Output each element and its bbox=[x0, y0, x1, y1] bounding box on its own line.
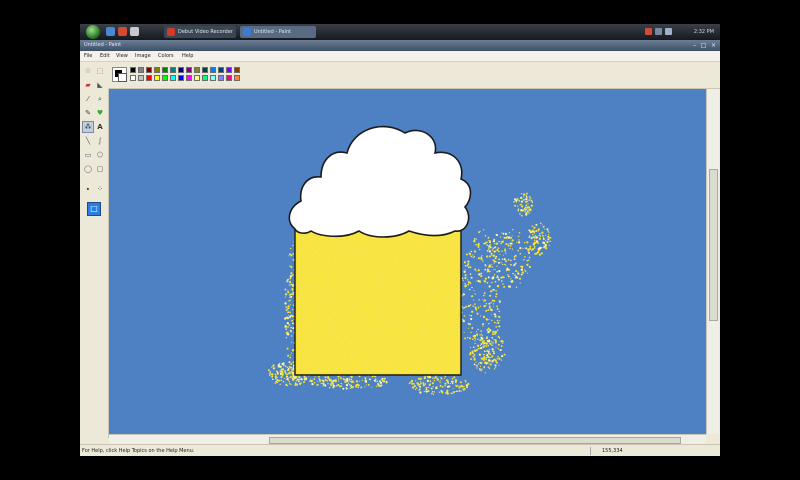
current-colors[interactable] bbox=[112, 67, 127, 82]
tray-volume-icon[interactable] bbox=[665, 28, 672, 35]
color-swatch[interactable] bbox=[234, 75, 240, 81]
color-swatch[interactable] bbox=[170, 75, 176, 81]
horizontal-scroll-thumb[interactable] bbox=[269, 437, 681, 444]
color-swatch[interactable] bbox=[210, 67, 216, 73]
ellipse-icon[interactable]: ◯ bbox=[83, 164, 93, 174]
paint-icon bbox=[243, 28, 251, 36]
taskbar-button-recorder[interactable]: Debut Video Recorder bbox=[164, 26, 236, 38]
close-icon[interactable]: × bbox=[710, 42, 717, 49]
status-separator bbox=[590, 447, 591, 455]
polygon-icon[interactable]: ⬠ bbox=[95, 150, 105, 160]
fill-icon[interactable]: ◣ bbox=[95, 80, 105, 90]
curve-icon[interactable]: ∫ bbox=[95, 136, 105, 146]
record-icon bbox=[167, 28, 175, 36]
quick-launch-media-icon[interactable] bbox=[118, 27, 127, 36]
brush-icon[interactable]: ♥ bbox=[95, 108, 105, 118]
tray-clock[interactable]: 2:32 PM bbox=[694, 24, 714, 40]
rectangle-icon[interactable]: ▭ bbox=[83, 150, 93, 160]
eraser-icon[interactable]: ▰ bbox=[83, 80, 93, 90]
desktop-screen: Debut Video Recorder Untitled - Paint 2:… bbox=[80, 24, 720, 456]
minimize-icon[interactable]: – bbox=[691, 42, 698, 49]
color-swatch[interactable] bbox=[218, 67, 224, 73]
rect-select-icon[interactable]: ⬚ bbox=[95, 66, 105, 76]
free-select-icon[interactable]: ☆ bbox=[83, 66, 93, 76]
color-swatch[interactable] bbox=[194, 75, 200, 81]
color-swatch[interactable] bbox=[162, 75, 168, 81]
tray-network-icon[interactable] bbox=[655, 28, 662, 35]
status-coordinates: 155,334 bbox=[602, 448, 623, 454]
background-color bbox=[118, 73, 127, 82]
color-swatch[interactable] bbox=[146, 75, 152, 81]
rounded-rect-icon[interactable]: ▢ bbox=[95, 164, 105, 174]
tool-box: ☆ ⬚ ▰ ◣ ⁄ ⌕ ✎ ♥ ⁂ A ╲ ∫ ▭ ⬠ ◯ ▢ ∙ ⁘ □ bbox=[80, 62, 109, 438]
color-swatch[interactable] bbox=[170, 67, 176, 73]
spray-size-large-icon[interactable]: ⁘ bbox=[95, 184, 105, 194]
status-bar: For Help, click Help Topics on the Help … bbox=[80, 444, 720, 456]
vertical-scroll-thumb[interactable] bbox=[709, 169, 718, 321]
color-swatch[interactable] bbox=[202, 75, 208, 81]
status-help-text: For Help, click Help Topics on the Help … bbox=[82, 448, 195, 454]
beer-texture bbox=[297, 229, 459, 373]
beer-drawing bbox=[109, 89, 706, 434]
taskbar-button-paint[interactable]: Untitled - Paint bbox=[240, 26, 316, 38]
magnifier-icon[interactable]: ⌕ bbox=[95, 94, 105, 104]
vertical-scrollbar[interactable] bbox=[706, 89, 719, 434]
menu-file[interactable]: File bbox=[84, 51, 92, 61]
menu-view[interactable]: View bbox=[116, 51, 128, 61]
color-swatch[interactable] bbox=[202, 67, 208, 73]
menu-bar: File Edit View Image Colors Help bbox=[80, 51, 720, 62]
pencil-icon[interactable]: ✎ bbox=[83, 108, 93, 118]
color-swatch[interactable] bbox=[226, 75, 232, 81]
color-swatch[interactable] bbox=[178, 67, 184, 73]
menu-colors[interactable]: Colors bbox=[158, 51, 174, 61]
taskbar-button-label: Untitled - Paint bbox=[254, 29, 292, 35]
line-icon[interactable]: ╲ bbox=[83, 136, 93, 146]
color-swatch[interactable] bbox=[138, 75, 144, 81]
start-button[interactable] bbox=[86, 25, 100, 39]
color-swatch[interactable] bbox=[130, 67, 136, 73]
tray-record-icon[interactable] bbox=[645, 28, 652, 35]
color-swatch[interactable] bbox=[186, 67, 192, 73]
color-swatch[interactable] bbox=[210, 75, 216, 81]
quick-launch-ie-icon[interactable] bbox=[106, 27, 115, 36]
taskbar-button-label: Debut Video Recorder bbox=[178, 29, 233, 35]
spray-size-small-icon[interactable]: ∙ bbox=[83, 184, 93, 194]
color-swatch[interactable] bbox=[234, 67, 240, 73]
airbrush-icon[interactable]: ⁂ bbox=[82, 121, 94, 133]
window-title: Untitled - Paint bbox=[84, 42, 122, 48]
spray-option-icon[interactable]: □ bbox=[87, 202, 101, 216]
color-picker-icon[interactable]: ⁄ bbox=[83, 94, 93, 104]
text-icon[interactable]: A bbox=[95, 122, 105, 132]
color-swatch[interactable] bbox=[178, 75, 184, 81]
menu-image[interactable]: Image bbox=[135, 51, 151, 61]
taskbar: Debut Video Recorder Untitled - Paint 2:… bbox=[80, 24, 720, 40]
maximize-icon[interactable]: □ bbox=[700, 42, 707, 49]
color-swatch[interactable] bbox=[138, 67, 144, 73]
color-swatch[interactable] bbox=[226, 67, 232, 73]
color-palette bbox=[108, 62, 720, 89]
color-swatch[interactable] bbox=[154, 67, 160, 73]
drawing-canvas[interactable] bbox=[109, 89, 706, 434]
menu-help[interactable]: Help bbox=[182, 51, 193, 61]
quick-launch-desktop-icon[interactable] bbox=[130, 27, 139, 36]
window-titlebar[interactable]: Untitled - Paint – □ × bbox=[80, 40, 720, 51]
color-swatch[interactable] bbox=[194, 67, 200, 73]
color-swatch[interactable] bbox=[146, 67, 152, 73]
color-swatch[interactable] bbox=[162, 67, 168, 73]
color-swatch[interactable] bbox=[130, 75, 136, 81]
color-swatch[interactable] bbox=[218, 75, 224, 81]
color-swatch[interactable] bbox=[186, 75, 192, 81]
menu-edit[interactable]: Edit bbox=[100, 51, 110, 61]
color-swatch[interactable] bbox=[154, 75, 160, 81]
